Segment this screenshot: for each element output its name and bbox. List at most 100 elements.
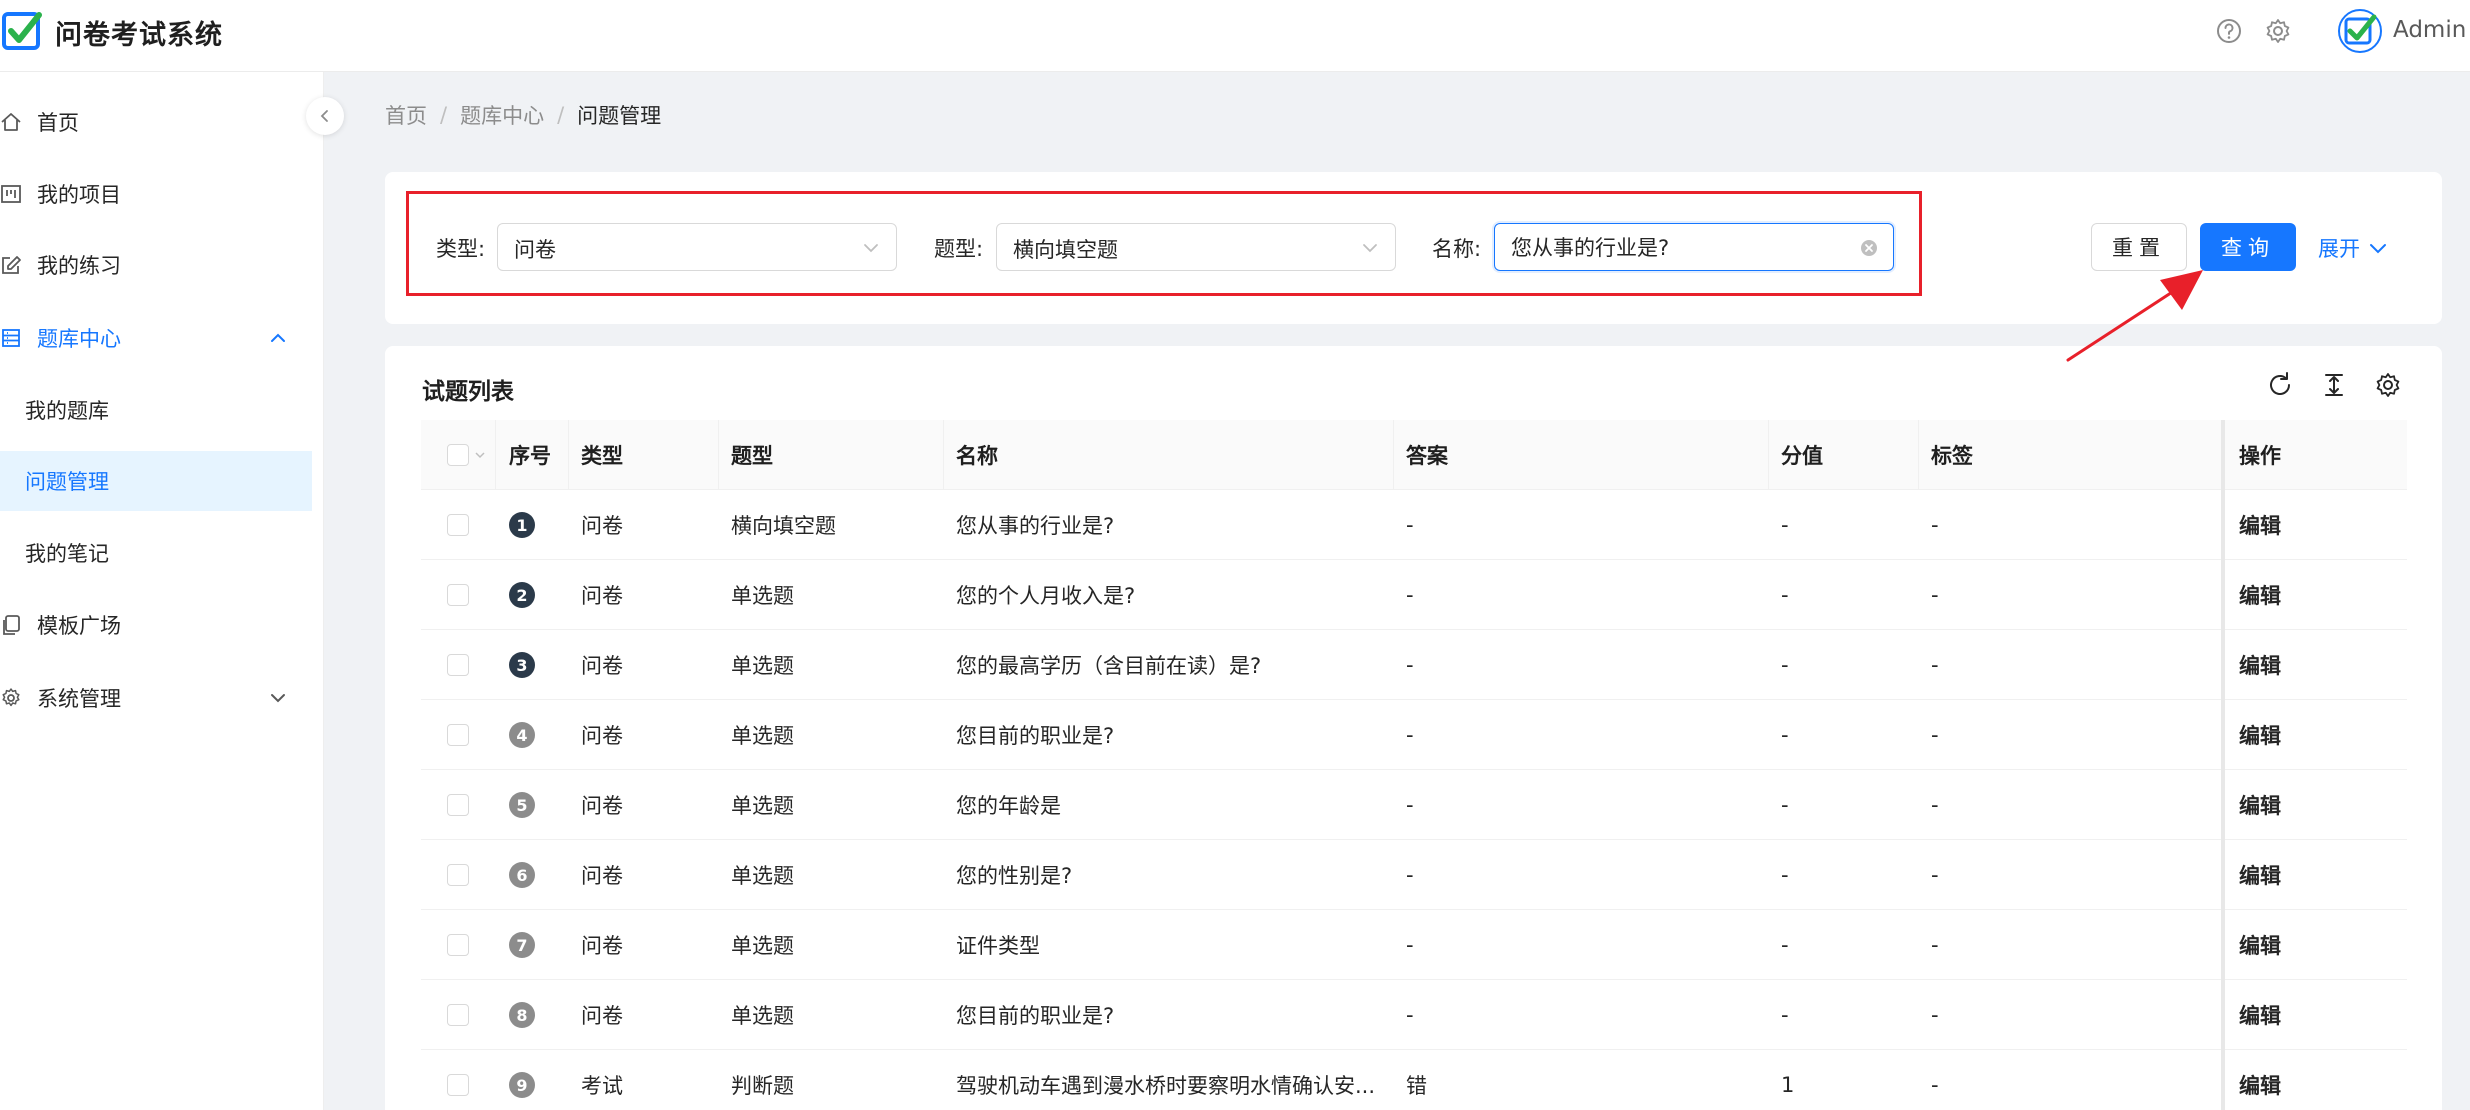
sidebar-subitem-label: 我的题库: [25, 399, 109, 423]
row-checkbox[interactable]: [447, 584, 469, 606]
breadcrumb-question-bank[interactable]: 题库中心: [460, 100, 544, 130]
setting-icon[interactable]: [2373, 370, 2403, 400]
table-row: 4 问卷 单选题 您目前的职业是? - - - 编辑: [421, 700, 2407, 770]
row-question-type: 单选题: [731, 794, 794, 818]
sidebar-item-template-square[interactable]: 模板广场: [0, 595, 312, 655]
edit-link[interactable]: 编辑: [2239, 630, 2389, 700]
row-question-type: 单选题: [731, 654, 794, 678]
row-name: 您的最高学历（含目前在读）是?: [956, 654, 1262, 678]
chevron-down-icon: [2370, 244, 2386, 254]
row-index-badge: 5: [509, 792, 535, 818]
breadcrumb-home[interactable]: 首页: [385, 100, 427, 130]
edit-link[interactable]: 编辑: [2239, 840, 2389, 910]
table-title: 试题列表: [422, 379, 514, 405]
breadcrumb-current: 问题管理: [577, 104, 662, 128]
sidebar-item-question-bank[interactable]: 题库中心: [0, 308, 312, 368]
row-tag: -: [1931, 793, 1939, 817]
question-type-select-value: 横向填空题: [1013, 238, 1118, 262]
annotation-arrow: [2066, 270, 2203, 362]
row-name: 您的个人月收入是?: [956, 584, 1136, 608]
row-name: 证件类型: [956, 934, 1040, 958]
edit-link[interactable]: 编辑: [2239, 700, 2389, 770]
question-type-select[interactable]: 横向填空题: [996, 223, 1396, 271]
row-checkbox[interactable]: [447, 1074, 469, 1096]
row-checkbox[interactable]: [447, 724, 469, 746]
chevron-up-icon: [271, 333, 285, 342]
row-tag: -: [1931, 933, 1939, 957]
column-header-score: 分值: [1781, 444, 1823, 468]
row-tag: -: [1931, 1073, 1939, 1097]
sidebar-item-my-projects[interactable]: 我的项目: [0, 164, 312, 224]
column-header-action: 操作: [2239, 444, 2281, 468]
sidebar-item-home[interactable]: 首页: [0, 92, 312, 152]
row-type: 问卷: [581, 1004, 623, 1028]
type-filter-label: 类型:: [436, 237, 486, 261]
app-title: 问卷考试系统: [55, 20, 223, 51]
sidebar-item-system-management[interactable]: 系统管理: [0, 668, 312, 728]
edit-link[interactable]: 编辑: [2239, 980, 2389, 1050]
row-question-type: 单选题: [731, 584, 794, 608]
table-row: 7 问卷 单选题 证件类型 - - - 编辑: [421, 910, 2407, 980]
row-checkbox[interactable]: [447, 654, 469, 676]
edit-link[interactable]: 编辑: [2239, 490, 2389, 560]
sidebar-item-my-practice[interactable]: 我的练习: [0, 235, 312, 295]
column-header-tag: 标签: [1931, 444, 1973, 468]
name-search-input[interactable]: [1511, 232, 1841, 262]
reload-icon[interactable]: [2265, 370, 2295, 400]
row-answer: -: [1406, 513, 1414, 537]
project-icon: [1, 185, 21, 203]
row-question-type: 单选题: [731, 1004, 794, 1028]
select-all-cell[interactable]: [447, 420, 497, 490]
sidebar-item-label: 系统管理: [37, 687, 121, 711]
table-row: 8 问卷 单选题 您目前的职业是? - - - 编辑: [421, 980, 2407, 1050]
row-index-badge: 2: [509, 582, 535, 608]
table-row: 9 考试 判断题 驾驶机动车遇到漫水桥时要察明水情确认安... 错 1 - 编辑: [421, 1050, 2407, 1110]
row-checkbox[interactable]: [447, 1004, 469, 1026]
edit-icon: [2, 256, 21, 274]
row-checkbox[interactable]: [447, 514, 469, 536]
row-tag: -: [1931, 653, 1939, 677]
avatar-check-icon[interactable]: [2338, 9, 2382, 53]
breadcrumb-separator: /: [557, 103, 565, 127]
sidebar-subitem-label: 我的笔记: [25, 542, 109, 566]
row-score: -: [1781, 1003, 1789, 1027]
type-select[interactable]: 问卷: [497, 223, 897, 271]
select-all-checkbox[interactable]: [447, 444, 469, 466]
row-index-badge: 7: [509, 932, 535, 958]
row-index-badge: 6: [509, 862, 535, 888]
column-height-icon[interactable]: [2319, 370, 2349, 400]
edit-link[interactable]: 编辑: [2239, 910, 2389, 980]
sidebar-collapse-button[interactable]: [306, 97, 344, 135]
row-checkbox[interactable]: [447, 934, 469, 956]
sidebar-subitem-question-management[interactable]: 问题管理: [0, 451, 312, 511]
row-checkbox[interactable]: [447, 794, 469, 816]
table-row: 2 问卷 单选题 您的个人月收入是? - - - 编辑: [421, 560, 2407, 630]
sidebar-item-label: 我的练习: [37, 254, 121, 278]
row-tag: -: [1931, 513, 1939, 537]
sidebar-subitem-my-notes[interactable]: 我的笔记: [0, 523, 312, 583]
sidebar-subitem-my-bank[interactable]: 我的题库: [0, 380, 312, 440]
row-index-badge: 4: [509, 722, 535, 748]
sidebar-subitem-label: 问题管理: [25, 470, 109, 494]
row-tag: -: [1931, 723, 1939, 747]
name-search-field[interactable]: [1494, 223, 1894, 271]
chevron-down-icon: [864, 244, 878, 253]
row-question-type: 单选题: [731, 724, 794, 748]
row-checkbox[interactable]: [447, 864, 469, 886]
edit-link[interactable]: 编辑: [2239, 560, 2389, 630]
clear-input-icon[interactable]: [1859, 238, 1879, 258]
gear-icon[interactable]: [2263, 16, 2293, 46]
row-index-badge: 8: [509, 1002, 535, 1028]
table-row: 5 问卷 单选题 您的年龄是 - - - 编辑: [421, 770, 2407, 840]
query-button[interactable]: 查询: [2200, 223, 2296, 271]
edit-link[interactable]: 编辑: [2239, 1050, 2389, 1110]
sidebar-item-label: 首页: [37, 111, 79, 135]
expand-filters-link[interactable]: 展开: [2318, 233, 2388, 263]
breadcrumb-separator: /: [440, 103, 448, 127]
chevron-down-icon[interactable]: [473, 448, 487, 462]
row-type: 问卷: [581, 864, 623, 888]
question-circle-icon[interactable]: [2214, 16, 2244, 46]
edit-link[interactable]: 编辑: [2239, 770, 2389, 840]
user-name[interactable]: Admin: [2393, 17, 2466, 43]
row-answer: -: [1406, 653, 1414, 677]
